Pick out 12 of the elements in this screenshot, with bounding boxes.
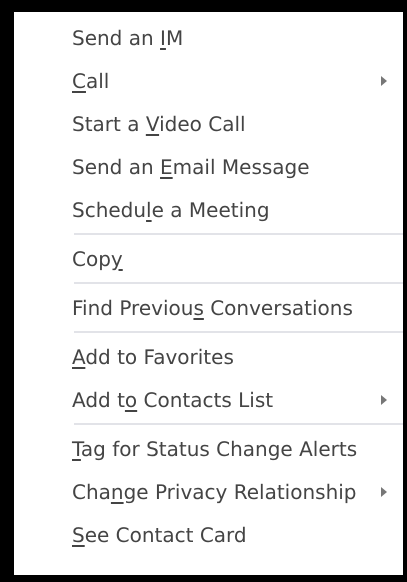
menu-item[interactable]: Copy [14, 237, 403, 280]
menu-item[interactable]: Change Privacy Relationship [14, 470, 403, 513]
menu-item[interactable]: See Contact Card [14, 513, 403, 556]
menu-item[interactable]: Start a Video Call [14, 102, 403, 145]
menu-item[interactable]: Tag for Status Change Alerts [14, 427, 403, 470]
menu-item[interactable]: Add to Favorites [14, 335, 403, 378]
menu-item[interactable]: Find Previous Conversations [14, 286, 403, 329]
menu-item[interactable]: Send an Email Message [14, 145, 403, 188]
menu-item[interactable]: Schedule a Meeting [14, 188, 403, 231]
menu-item[interactable]: Add to Contacts List [14, 378, 403, 421]
menu-item[interactable]: Call [14, 59, 403, 102]
menu-item[interactable]: Send an IM [14, 16, 403, 59]
